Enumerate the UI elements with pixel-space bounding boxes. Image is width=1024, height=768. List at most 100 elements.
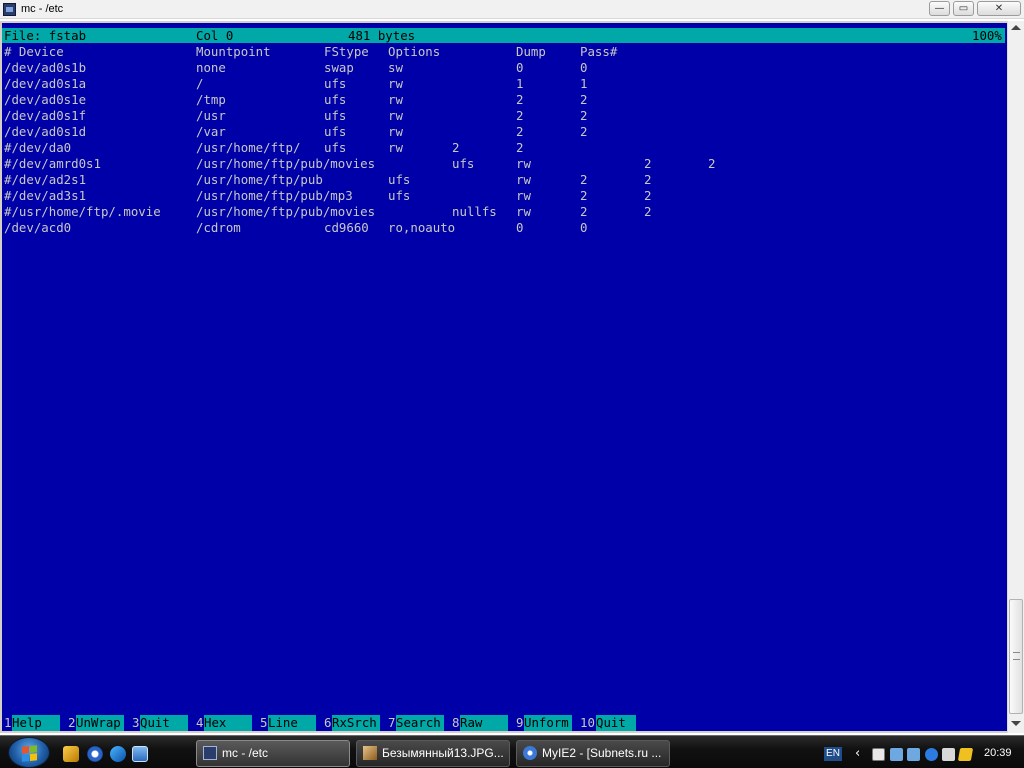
fstab-field: 2 — [516, 140, 524, 155]
start-button[interactable] — [8, 737, 50, 768]
fstab-field: 2 — [580, 124, 588, 139]
taskbar-button-browser[interactable]: MyIE2 - [Subnets.ru ... — [516, 740, 670, 767]
viewer-status-line: File: fstab Col 0 481 bytes 100% — [2, 28, 1005, 43]
fstab-field: ufs — [388, 172, 411, 187]
scroll-thumb[interactable] — [1009, 599, 1023, 714]
fstab-field: #/usr/home/ftp/.movie — [4, 204, 161, 219]
fstab-line: #/dev/ad2s1/usr/home/ftp/pub ufs rw 2 2 — [4, 172, 1004, 188]
fstab-field: Dump — [516, 44, 546, 59]
fkey-quit-button[interactable]: Quit — [596, 715, 636, 731]
fstab-field: 1 — [516, 76, 524, 91]
quicklaunch-file-manager-icon[interactable] — [63, 746, 79, 762]
tray-tool-icon[interactable] — [957, 748, 974, 761]
fstab-line: /dev/ad0s1d/var ufs rw 2 2 — [4, 124, 1004, 140]
fstab-field: /cdrom — [196, 220, 241, 235]
language-indicator[interactable]: EN — [824, 747, 842, 761]
fstab-field: rw — [388, 124, 403, 139]
fstab-field: /tmp — [196, 92, 226, 107]
fstab-field: # Device — [4, 44, 64, 59]
fstab-field: ufs — [324, 124, 347, 139]
fkey-unform-button[interactable]: Unform — [524, 715, 572, 731]
fstab-line: #/dev/ad3s1/usr/home/ftp/pub/mp3 ufs rw 2 2 — [4, 188, 1004, 204]
fstab-field: rw — [516, 204, 531, 219]
fkey-help-button[interactable]: Help — [12, 715, 60, 731]
fstab-field: sw — [388, 60, 403, 75]
fstab-field: ufs — [388, 188, 411, 203]
fstab-field: 2 — [644, 172, 652, 187]
taskbar-button-mc[interactable]: mc - /etc — [196, 740, 350, 767]
network-icon[interactable] — [890, 748, 903, 761]
quicklaunch-show-desktop-icon[interactable] — [132, 746, 148, 762]
vertical-scrollbar[interactable] — [1007, 21, 1024, 733]
fstab-field: /dev/ad0s1d — [4, 124, 87, 139]
browser-icon — [523, 746, 537, 760]
fstab-field: / — [196, 76, 204, 91]
taskbar-button-image[interactable]: Безымянный13.JPG... — [356, 740, 510, 767]
fkey-number: 4 — [196, 715, 204, 730]
fkey-quit-button[interactable]: Quit — [140, 715, 188, 731]
fstab-line: # Device Mountpoint FStype Options Dump Pass# — [4, 44, 1004, 60]
tray-expand-icon[interactable]: ‹ — [855, 747, 860, 760]
function-key-bar: 1 Help 2 UnWrap 3 Quit 4 Hex 5 Line 6 RxSrch 7 Search… — [2, 715, 1005, 731]
fstab-field: 2 — [644, 188, 652, 203]
image-icon — [363, 746, 377, 760]
fstab-field: 0 — [516, 220, 524, 235]
tray-app-icon[interactable] — [872, 748, 885, 761]
fstab-field: ufs — [324, 92, 347, 107]
fstab-field: rw — [516, 156, 531, 171]
fstab-field: Pass# — [580, 44, 618, 59]
volume-icon[interactable] — [942, 748, 955, 761]
status-file-size: 481 bytes — [348, 28, 416, 43]
taskbar-button-label: Безымянный13.JPG... — [382, 746, 504, 760]
fkey-number: 8 — [452, 715, 460, 730]
scroll-down-icon[interactable] — [1011, 721, 1021, 726]
fstab-field: nullfs — [452, 204, 497, 219]
terminal-viewer[interactable]: File: fstab Col 0 481 bytes 100% # Devic… — [0, 21, 1007, 733]
minimize-button[interactable]: — — [929, 1, 950, 16]
fstab-field: 0 — [516, 60, 524, 75]
fkey-number: 10 — [580, 715, 595, 730]
fstab-line: /dev/ad0s1f/usr ufs rw 2 2 — [4, 108, 1004, 124]
fstab-field: 2 — [644, 204, 652, 219]
fstab-field: /usr/home/ftp/pub — [196, 172, 323, 187]
fstab-field: 2 — [580, 108, 588, 123]
fstab-field: 2 — [580, 92, 588, 107]
fkey-rxsrch-button[interactable]: RxSrch — [332, 715, 380, 731]
fkey-number: 9 — [516, 715, 524, 730]
fkey-number: 6 — [324, 715, 332, 730]
fstab-field: rw — [388, 92, 403, 107]
close-button[interactable]: ✕ — [977, 1, 1021, 16]
quicklaunch-media-player-icon[interactable] — [87, 746, 103, 762]
network-icon[interactable] — [907, 748, 920, 761]
clock[interactable]: 20:39 — [984, 747, 1012, 759]
fstab-field: swap — [324, 60, 354, 75]
window-title: mc - /etc — [21, 3, 64, 15]
fstab-field: /dev/ad0s1a — [4, 76, 87, 91]
fstab-field: ro,noauto — [388, 220, 456, 235]
fstab-field: /usr/home/ftp/pub/movies — [196, 204, 376, 219]
fkey-number: 3 — [132, 715, 140, 730]
fkey-search-button[interactable]: Search — [396, 715, 444, 731]
fstab-field: /usr/home/ftp/pub/mp3 — [196, 188, 353, 203]
fkey-line-button[interactable]: Line — [268, 715, 316, 731]
windows-logo-icon — [22, 745, 37, 762]
fstab-line: /dev/ad0s1a / ufs rw 1 1 — [4, 76, 1004, 92]
fstab-line: /dev/ad0s1b none swap sw 0 0 — [4, 60, 1004, 76]
fkey-unwrap-button[interactable]: UnWrap — [76, 715, 124, 731]
scroll-up-icon[interactable] — [1011, 25, 1021, 30]
fstab-field: Mountpoint — [196, 44, 271, 59]
help-icon[interactable] — [925, 748, 938, 761]
fkey-raw-button[interactable]: Raw — [460, 715, 508, 731]
fstab-line: #/dev/da0/usr/home/ftp/ufs rw 2 2 — [4, 140, 1004, 156]
maximize-button[interactable]: ▭ — [953, 1, 974, 16]
fkey-number: 7 — [388, 715, 396, 730]
quicklaunch-internet-explorer-icon[interactable] — [110, 746, 126, 762]
fstab-line: #/dev/amrd0s1/usr/home/ftp/pub/movies ufs… — [4, 156, 1004, 172]
fstab-field: rw — [516, 172, 531, 187]
fkey-number: 2 — [68, 715, 76, 730]
fkey-hex-button[interactable]: Hex — [204, 715, 252, 731]
fstab-field: 2 — [580, 188, 588, 203]
fstab-field: #/dev/amrd0s1 — [4, 156, 101, 171]
fstab-field: /dev/ad0s1b — [4, 60, 87, 75]
fstab-field: 2 — [516, 124, 524, 139]
